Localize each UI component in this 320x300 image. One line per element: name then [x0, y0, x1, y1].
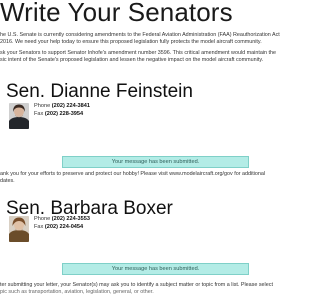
phone-label: Phone	[34, 216, 51, 222]
phone-number[interactable]: (202) 224-3553	[52, 216, 90, 222]
footer-line-1: ter submitting your letter, your Senator…	[0, 282, 273, 288]
intro-line-3: sk your Senators to support Senator Inho…	[0, 50, 277, 56]
write-senators-page: Write Your Senators he U.S. Senate is cu…	[0, 0, 300, 300]
portrait-icon	[9, 216, 29, 242]
phone-row: Phone (202) 224-3553	[34, 216, 90, 224]
submission-status-banner: Your message has been submitted.	[62, 263, 249, 275]
fax-number: (202) 224-0454	[44, 223, 84, 230]
phone-row: Phone (202) 224-3841	[34, 103, 90, 111]
submission-status-banner: Your message has been submitted.	[62, 156, 249, 168]
footer-line-2: pic such as transportation, aviation, le…	[0, 289, 154, 295]
phone-number[interactable]: (202) 224-3841	[52, 103, 90, 109]
thanks-line-1: ank you for your efforts to preserve and…	[0, 171, 266, 177]
page-title: Write Your Senators	[0, 0, 233, 27]
fax-label: Fax	[34, 110, 44, 117]
senator-photo	[9, 216, 29, 242]
phone-label: Phone	[34, 103, 51, 109]
fax-label: Fax	[34, 223, 44, 230]
intro-line-1: he U.S. Senate is currently considering …	[0, 32, 280, 38]
senator-name: Sen. Dianne Feinstein	[6, 81, 193, 102]
fax-row: Fax (202) 228-3954	[34, 111, 90, 119]
intro-line-4: sic intent of the Senate's proposed legi…	[0, 57, 264, 63]
intro-line-2: 2016. We need your help today to ensure …	[0, 39, 262, 45]
thanks-line-2: dates.	[0, 178, 15, 184]
senator-contact: Phone (202) 224-3841 Fax (202) 228-3954	[34, 103, 90, 118]
fax-number: (202) 228-3954	[44, 110, 84, 117]
senator-photo	[9, 103, 29, 129]
fax-row: Fax (202) 224-0454	[34, 224, 90, 232]
portrait-icon	[9, 103, 29, 129]
senator-contact: Phone (202) 224-3553 Fax (202) 224-0454	[34, 216, 90, 231]
